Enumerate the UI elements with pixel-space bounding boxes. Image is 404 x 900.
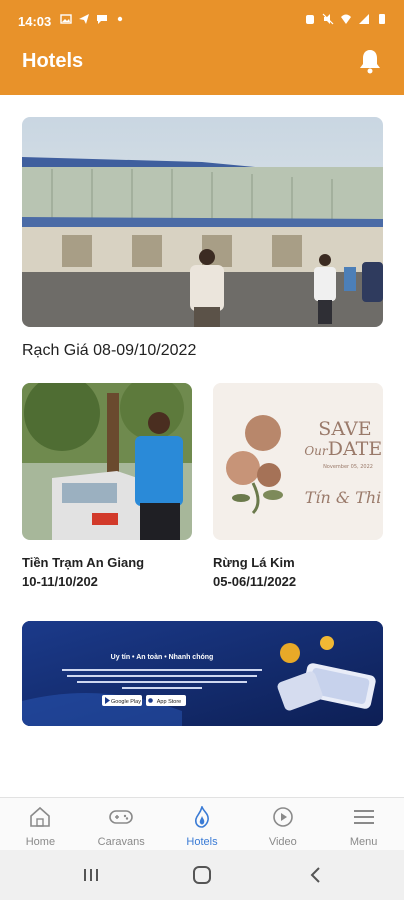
nav-video[interactable]: Video (242, 798, 323, 850)
status-time: 14:03 (18, 14, 52, 29)
back-icon[interactable] (305, 864, 327, 886)
home-button-icon[interactable] (191, 864, 213, 886)
promo-banner[interactable]: Uy tín • An toàn • Nhanh chóng Google Pl… (22, 621, 383, 726)
app-header: 14:03 Hotels (0, 0, 404, 95)
nav-label: Menu (349, 836, 378, 848)
nav-menu[interactable]: Menu (323, 798, 404, 850)
banner-tagline: Uy tín • An toàn • Nhanh chóng (111, 654, 214, 661)
our-text: Our (304, 444, 329, 458)
page-title: Hotels (22, 50, 84, 72)
battery-icon (379, 14, 385, 24)
mute-icon (322, 13, 334, 25)
trip-card-image[interactable] (22, 383, 192, 540)
names-text: Tín & Thi (305, 488, 382, 507)
featured-trip-card[interactable] (22, 117, 383, 327)
date-text: DATE (328, 438, 382, 460)
home-icon (30, 806, 51, 827)
airport-photo (22, 117, 383, 327)
hamburger-icon (353, 810, 374, 824)
trip-card-title[interactable]: Tiền Trạm An Giang 10-11/10/202 (22, 553, 197, 591)
nav-home[interactable]: Home (0, 798, 81, 850)
dot-icon (117, 16, 123, 22)
svg-text:Google Play: Google Play (111, 699, 141, 705)
message-icon (97, 15, 107, 24)
play-circle-icon (272, 807, 293, 827)
trip-card-image[interactable]: SAVE Our DATE November 05, 2022 Tín & Th… (213, 383, 383, 540)
google-play-badge[interactable]: Google Play (102, 695, 142, 706)
nav-label: Hotels (186, 836, 218, 848)
alarm-icon (306, 15, 314, 24)
nav-caravans[interactable]: Caravans (81, 798, 162, 850)
save-text: SAVE (318, 418, 371, 440)
nav-label: Home (25, 836, 56, 848)
send-icon (79, 14, 89, 24)
bell-icon[interactable] (358, 48, 382, 74)
svg-text:App Store: App Store (157, 699, 181, 705)
wifi-icon (341, 14, 351, 24)
nav-label: Caravans (97, 836, 145, 848)
trip-photo (22, 383, 192, 540)
featured-trip-title[interactable]: Rạch Giá 08-09/10/2022 (22, 342, 196, 360)
status-bar: 14:03 (0, 0, 404, 44)
trip-card-title[interactable]: Rừng Lá Kim 05-06/11/2022 (213, 553, 388, 591)
save-the-date-photo: SAVE Our DATE November 05, 2022 Tín & Th… (213, 383, 383, 540)
signal-icon (359, 14, 369, 24)
recents-icon[interactable] (80, 864, 102, 886)
nav-hotels[interactable]: Hotels (162, 798, 243, 850)
gallery-icon (60, 14, 72, 24)
nav-label: Video (268, 836, 297, 848)
bottom-navigation: Home Caravans Hotels Video Menu (0, 797, 404, 850)
system-navigation-bar (0, 850, 404, 900)
gamepad-icon (109, 810, 133, 824)
flame-icon (194, 806, 209, 828)
app-store-badge[interactable]: App Store (146, 695, 186, 706)
small-date-text: November 05, 2022 (323, 464, 373, 470)
